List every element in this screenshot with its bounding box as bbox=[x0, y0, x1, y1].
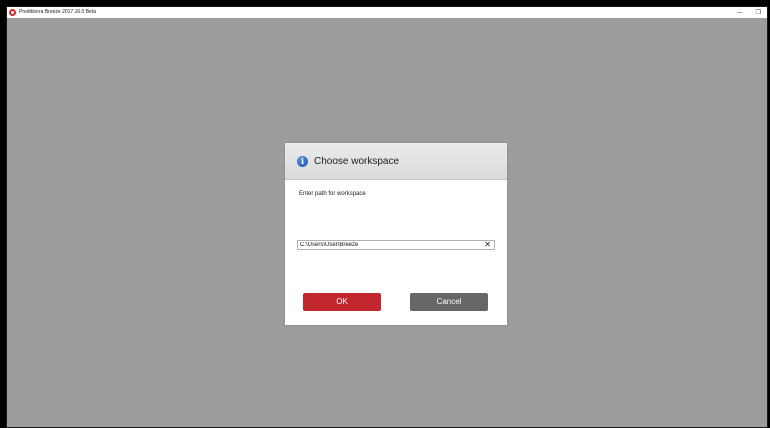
app-window: Predikterra Breeze 2017.16.0 Beta — ❐ i … bbox=[6, 6, 768, 428]
title-bar: Predikterra Breeze 2017.16.0 Beta — ❐ bbox=[7, 7, 767, 18]
window-title: Predikterra Breeze 2017.16.0 Beta bbox=[19, 9, 96, 15]
clear-icon[interactable]: ✕ bbox=[484, 240, 491, 250]
dialog-header: i Choose workspace bbox=[285, 143, 507, 180]
choose-workspace-dialog: i Choose workspace Enter path for worksp… bbox=[285, 143, 507, 325]
maximize-button[interactable]: ❐ bbox=[756, 7, 761, 18]
app-logo-icon bbox=[9, 9, 16, 16]
dialog-title: Choose workspace bbox=[314, 155, 400, 167]
path-input-container: ✕ bbox=[297, 240, 495, 250]
ok-button[interactable]: OK bbox=[303, 293, 381, 311]
window-controls: — ❐ bbox=[737, 7, 761, 18]
workspace-path-input[interactable] bbox=[298, 241, 478, 249]
minimize-button[interactable]: — bbox=[737, 7, 743, 18]
cancel-button[interactable]: Cancel bbox=[410, 293, 488, 311]
info-icon: i bbox=[297, 155, 308, 167]
workspace-prompt: Enter path for workspace bbox=[299, 191, 366, 197]
workspace-background: i Choose workspace Enter path for worksp… bbox=[7, 18, 767, 427]
